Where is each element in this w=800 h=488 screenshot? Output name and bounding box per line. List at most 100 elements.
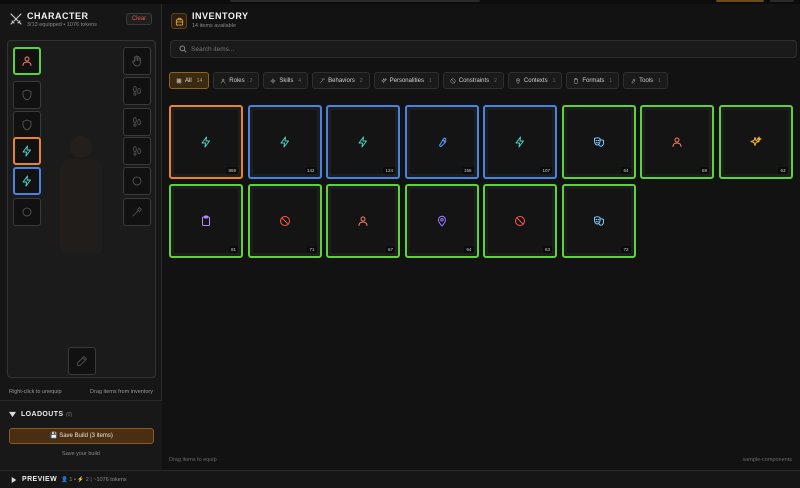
hand-icon: [132, 55, 141, 67]
clipboard-icon: [202, 215, 210, 226]
unequip-hint: Right-click to unequip: [9, 389, 62, 395]
inventory-item[interactable]: 63: [483, 184, 557, 258]
inventory-subtitle: 14 items available: [192, 23, 237, 29]
grid-icon: [176, 78, 182, 83]
equipment-slot[interactable]: [123, 137, 151, 165]
chevron-right-icon[interactable]: [11, 477, 17, 483]
chevron-down-icon[interactable]: [9, 411, 16, 418]
search-bar[interactable]: [170, 40, 797, 58]
tab-behaviors[interactable]: Behaviors 2: [312, 72, 370, 89]
character-subtitle: 3/13 equipped • 1076 tokens: [27, 22, 97, 28]
sparkle-icon: [270, 78, 276, 83]
theater-masks-icon: [593, 137, 604, 147]
character-equipment-area: [7, 40, 156, 378]
item-token-count: 64: [621, 167, 631, 174]
bolt-icon: [280, 136, 289, 148]
tab-label: Skills: [279, 77, 294, 84]
character-header: CHARACTER 3/13 equipped • 1076 tokens Cl…: [0, 4, 162, 34]
person-icon: [358, 216, 368, 226]
inventory-item[interactable]: 142: [247, 105, 322, 179]
sparkles-icon: [380, 77, 387, 83]
equipment-slot[interactable]: [13, 111, 41, 139]
inventory-item[interactable]: 64: [404, 184, 479, 258]
tab-formats[interactable]: Formats 1: [566, 72, 620, 89]
ban-icon: [515, 216, 525, 226]
map-pin-icon: [515, 77, 520, 84]
shield-icon: [22, 89, 32, 101]
inventory-item[interactable]: 72: [561, 184, 636, 258]
item-tile: [409, 110, 474, 174]
tab-skills[interactable]: Skills 4: [263, 72, 309, 89]
ring-icon: [132, 176, 142, 186]
equipment-slot[interactable]: [13, 198, 41, 226]
item-token-count: 155: [461, 167, 474, 174]
search-input[interactable]: [191, 41, 781, 57]
equipment-slot[interactable]: [123, 198, 151, 226]
equipment-slot[interactable]: [13, 167, 41, 195]
item-tile: [409, 189, 474, 253]
preview-title[interactable]: PREVIEW: [22, 476, 57, 483]
footprints-icon: [133, 86, 141, 96]
inventory-item[interactable]: 67: [326, 184, 400, 258]
bolt-icon: [358, 136, 367, 148]
tab-count: 14: [196, 77, 203, 84]
person-icon: [220, 78, 226, 83]
top-strip-accent: [716, 0, 764, 2]
inventory-item[interactable]: 81: [169, 184, 243, 258]
tab-count: 1: [658, 77, 661, 84]
loadouts-title[interactable]: LOADOUTS: [21, 411, 63, 418]
equipment-slot[interactable]: [123, 167, 151, 195]
equipment-slot[interactable]: [13, 137, 41, 165]
preview-stats: 👤 1 • ⚡ 2 | ~1076 tokens: [61, 477, 127, 483]
equipment-slot[interactable]: [123, 108, 151, 136]
equipment-slot[interactable]: [123, 47, 151, 75]
item-token-count: 64: [464, 246, 474, 253]
inventory-item[interactable]: 64: [561, 105, 636, 179]
item-token-count: 869: [226, 167, 238, 174]
top-strip-segment: [770, 0, 794, 2]
item-token-count: 72: [621, 246, 631, 253]
bolt-icon: [22, 145, 31, 157]
inventory-source-label: sample-components: [742, 457, 792, 463]
inventory-item[interactable]: 124: [326, 105, 400, 179]
tab-count: 1: [609, 77, 613, 84]
tab-all[interactable]: All 14: [169, 72, 210, 89]
inventory-item[interactable]: 71: [247, 184, 322, 258]
inventory-item[interactable]: 869: [169, 105, 243, 179]
magic-wand-icon: [319, 77, 325, 83]
inventory-item[interactable]: 63: [718, 105, 793, 179]
hammer-icon: [132, 207, 142, 217]
tab-roles[interactable]: Roles 2: [213, 72, 260, 89]
clear-button[interactable]: Clear: [126, 13, 152, 25]
footprints-icon: [133, 117, 141, 127]
sparkles-icon: [750, 136, 761, 146]
inventory-item[interactable]: 155: [404, 105, 479, 179]
tab-label: Behaviors: [328, 77, 355, 84]
tab-label: Formats: [582, 77, 605, 84]
equipment-slot[interactable]: [13, 81, 41, 109]
map-pin-icon: [437, 215, 446, 227]
category-tabs: All 14 Roles 2 Skills 4 Behaviors 2 Personalitie…: [169, 72, 668, 90]
inventory-item[interactable]: 69: [640, 105, 714, 179]
item-token-count: 107: [540, 167, 552, 174]
save-build-button[interactable]: 💾 Save Build (3 items): [9, 428, 154, 444]
preview-bar[interactable]: PREVIEW 👤 1 • ⚡ 2 | ~1076 tokens: [0, 470, 800, 488]
equipment-slot[interactable]: [13, 47, 41, 75]
ban-icon: [279, 216, 290, 226]
tab-contexts[interactable]: Contexts 1: [507, 72, 563, 89]
equipment-slot[interactable]: [68, 347, 96, 375]
person-icon: [672, 137, 682, 147]
wrench-icon: [438, 137, 446, 147]
equipment-slot[interactable]: [123, 77, 151, 105]
item-tile: [566, 189, 631, 253]
tab-label: Roles: [229, 77, 245, 84]
loadouts-section: LOADOUTS (0) 💾 Save Build (3 items) Save…: [0, 400, 162, 470]
tab-constraints[interactable]: Constraints 2: [442, 72, 504, 89]
backpack-icon: [171, 13, 187, 29]
inventory-item[interactable]: 107: [483, 105, 557, 179]
tab-tools[interactable]: Tools 1: [623, 72, 668, 89]
top-strip-segment: [230, 0, 480, 2]
tab-count: 1: [552, 77, 556, 84]
character-silhouette-body: [60, 159, 102, 254]
tab-personalities[interactable]: Personalities 1: [373, 72, 439, 89]
